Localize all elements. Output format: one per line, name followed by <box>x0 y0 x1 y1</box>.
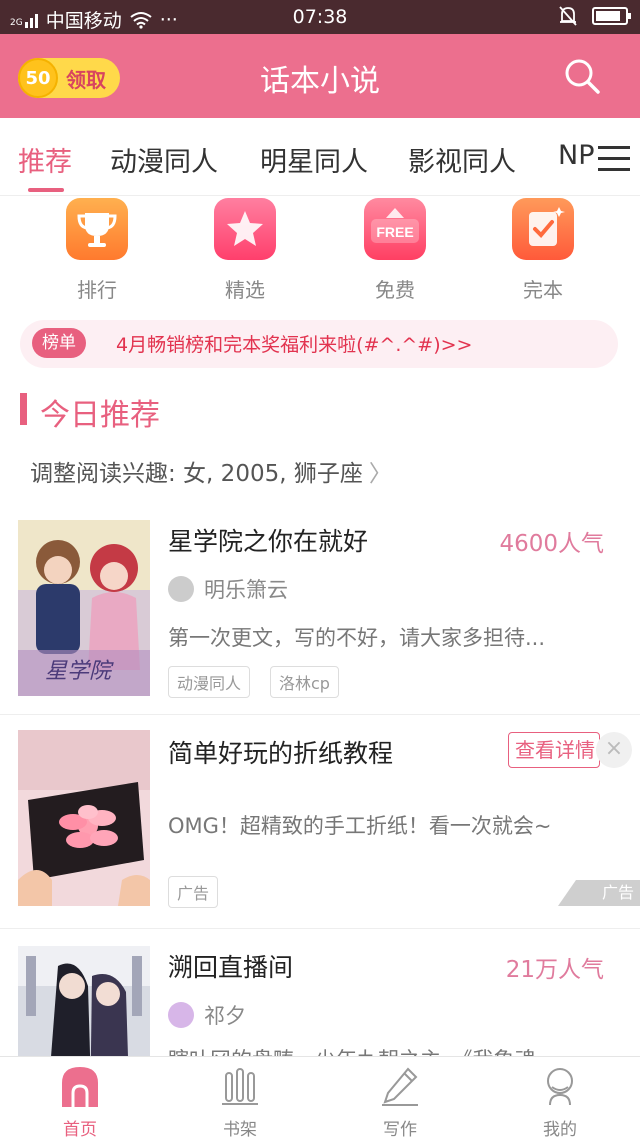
book-description: 瞎叶冈的盘畴，少年九朝之主，《我象魂 <box>168 1044 616 1056</box>
ad-mark-label: 广告 <box>601 883 634 902</box>
app-title: 话本小说 <box>260 64 380 99</box>
nav-home[interactable]: 首页 <box>40 1065 120 1138</box>
nav-label: 我的 <box>543 1120 577 1138</box>
ad-image <box>18 730 150 906</box>
svg-text:FREE: FREE <box>376 224 413 240</box>
ad-description: OMG！超精致的手工折纸！看一次就会~ <box>168 814 552 838</box>
svg-text:星学院: 星学院 <box>45 658 114 683</box>
quick-link-completed[interactable]: 完本 <box>498 196 588 303</box>
avatar <box>168 1002 194 1028</box>
quick-link-label: 排行 <box>77 278 117 302</box>
quick-link-free[interactable]: FREE 免费 <box>350 196 440 303</box>
search-icon[interactable] <box>562 56 602 96</box>
ad-title: 简单好玩的折纸教程 <box>168 739 394 768</box>
author-name: 祁夕 <box>204 1004 246 1028</box>
tab-recommend[interactable]: 推荐 <box>18 140 72 179</box>
chevron-right-icon: 〉 <box>368 461 392 487</box>
ad-item[interactable]: 简单好玩的折纸教程 查看详情 × OMG！超精致的手工折纸！看一次就会~ 广告 … <box>0 730 640 926</box>
divider <box>0 714 640 715</box>
check-book-icon <box>512 198 574 260</box>
nav-label: 书架 <box>223 1120 257 1138</box>
adjust-interest-link[interactable]: 调整阅读兴趣: 女, 2005, 狮子座〉 <box>30 454 392 488</box>
avatar <box>168 576 194 602</box>
app-header: 50 领取 话本小说 <box>0 34 640 118</box>
nav-label: 写作 <box>383 1120 417 1138</box>
list-item[interactable]: 星学院 星学院之你在就好 4600人气 明乐箫云 第一次更文，写的不好，请大家多… <box>0 518 640 714</box>
category-tabs: 推荐 动漫同人 明星同人 影视同人 NP <box>0 118 640 196</box>
status-bar: 2G 中国移动 ··· 07:38 <box>0 0 640 34</box>
home-icon <box>62 1067 98 1107</box>
tab-film-fanfic[interactable]: 影视同人 <box>408 140 516 179</box>
ad-tag: 广告 <box>168 876 219 908</box>
nav-bookshelf[interactable]: 书架 <box>200 1065 280 1138</box>
announcement-text: 4月畅销榜和完本奖福利来啦(#^.^#)>> <box>116 334 473 356</box>
pen-icon <box>382 1067 418 1106</box>
book-title: 星学院之你在就好 <box>168 527 369 556</box>
quick-link-label: 精选 <box>225 278 265 302</box>
clock: 07:38 <box>292 6 348 28</box>
tab-anime-fanfic[interactable]: 动漫同人 <box>110 140 218 179</box>
author[interactable]: 祁夕 <box>168 1000 246 1030</box>
author[interactable]: 明乐箫云 <box>168 574 288 604</box>
author-name: 明乐箫云 <box>204 578 288 602</box>
ad-mark: 广告 <box>558 880 640 906</box>
bottom-nav: 首页 书架 写作 我的 <box>0 1056 640 1138</box>
book-cover: 星学院 <box>18 520 150 696</box>
nav-label: 首页 <box>63 1120 97 1138</box>
popularity-count: 21万人气 <box>505 957 604 983</box>
list-item[interactable]: 溯回直播间 21万人气 祁夕 瞎叶冈的盘畴，少年九朝之主，《我象魂 <box>0 944 640 1056</box>
book-cover <box>18 946 150 1056</box>
view-details-button[interactable]: 查看详情 <box>508 732 600 768</box>
menu-icon[interactable] <box>598 146 630 172</box>
tab-np[interactable]: NP <box>558 140 594 171</box>
divider <box>0 928 640 929</box>
trophy-icon <box>66 198 128 260</box>
nav-write[interactable]: 写作 <box>360 1065 440 1138</box>
free-icon: FREE <box>364 198 426 260</box>
quick-link-ranking[interactable]: 排行 <box>52 196 142 303</box>
interest-text: 调整阅读兴趣: 女, 2005, 狮子座 <box>30 461 363 487</box>
section-title: 今日推荐 <box>40 398 160 433</box>
star-icon <box>214 198 276 260</box>
bookshelf-icon <box>222 1068 258 1105</box>
active-tab-indicator <box>28 188 64 192</box>
mute-bell-icon <box>559 6 577 26</box>
tab-celebrity-fanfic[interactable]: 明星同人 <box>260 140 368 179</box>
profile-icon <box>547 1068 573 1106</box>
ranking-badge: 榜单 <box>32 328 86 358</box>
quick-link-featured[interactable]: 精选 <box>200 196 290 303</box>
popularity-count: 4600人气 <box>499 531 604 557</box>
nav-profile[interactable]: 我的 <box>520 1065 600 1138</box>
book-description: 第一次更文，写的不好，请大家多担待... <box>168 626 546 650</box>
tag[interactable]: 动漫同人 <box>168 666 251 698</box>
battery-icon <box>592 7 631 25</box>
tag[interactable]: 洛林cp <box>270 666 339 698</box>
section-accent-bar <box>20 393 27 425</box>
close-ad-icon[interactable]: × <box>596 732 632 768</box>
quick-link-label: 免费 <box>375 278 415 302</box>
quick-links: 排行 精选 FREE 免费 完本 <box>0 196 640 304</box>
book-title: 溯回直播间 <box>168 953 294 982</box>
announcement-banner[interactable]: 榜单 4月畅销榜和完本奖福利来啦(#^.^#)>> <box>20 320 618 368</box>
quick-link-label: 完本 <box>523 278 563 302</box>
